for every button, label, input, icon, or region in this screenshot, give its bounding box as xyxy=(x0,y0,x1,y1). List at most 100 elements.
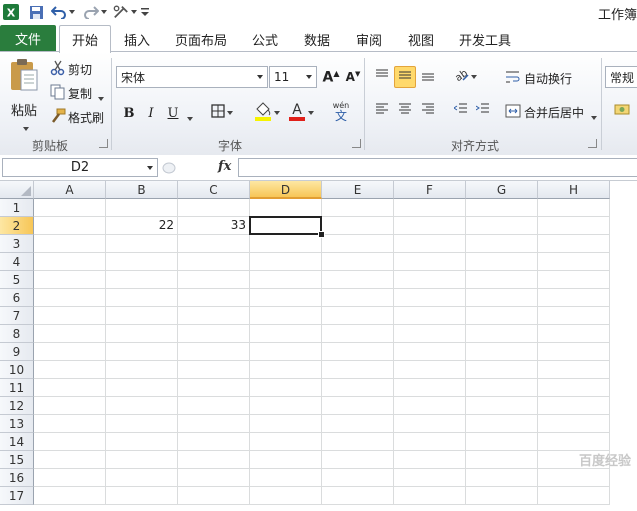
cell-a13[interactable] xyxy=(34,415,106,433)
cell-g14[interactable] xyxy=(466,433,538,451)
cell-b16[interactable] xyxy=(106,469,178,487)
cell-f3[interactable] xyxy=(394,235,466,253)
cell-c7[interactable] xyxy=(178,307,250,325)
cell-b8[interactable] xyxy=(106,325,178,343)
font-size-combo[interactable]: 11 xyxy=(269,66,317,88)
cell-f10[interactable] xyxy=(394,361,466,379)
row-header-3[interactable]: 3 xyxy=(0,235,34,253)
cell-h12[interactable] xyxy=(538,397,610,415)
cell-d15[interactable] xyxy=(250,451,322,469)
row-header-9[interactable]: 9 xyxy=(0,343,34,361)
cell-h17[interactable] xyxy=(538,487,610,505)
cell-d17[interactable] xyxy=(250,487,322,505)
row-header-12[interactable]: 12 xyxy=(0,397,34,415)
row-header-7[interactable]: 7 xyxy=(0,307,34,325)
cell-b7[interactable] xyxy=(106,307,178,325)
row-header-11[interactable]: 11 xyxy=(0,379,34,397)
cell-a8[interactable] xyxy=(34,325,106,343)
tab-insert[interactable]: 插入 xyxy=(116,26,158,52)
wrap-text-button[interactable]: 自动换行 xyxy=(503,66,598,88)
cell-d12[interactable] xyxy=(250,397,322,415)
top-align-button[interactable] xyxy=(371,66,393,88)
row-header-5[interactable]: 5 xyxy=(0,271,34,289)
number-format-combo[interactable]: 常规 xyxy=(605,66,637,88)
cell-a14[interactable] xyxy=(34,433,106,451)
tab-formulas[interactable]: 公式 xyxy=(244,26,286,52)
cell-b11[interactable] xyxy=(106,379,178,397)
cell-g8[interactable] xyxy=(466,325,538,343)
cell-f6[interactable] xyxy=(394,289,466,307)
cell-h2[interactable] xyxy=(538,217,610,235)
bold-button[interactable]: B xyxy=(118,102,140,124)
cell-d16[interactable] xyxy=(250,469,322,487)
cell-b3[interactable] xyxy=(106,235,178,253)
font-launcher-icon[interactable] xyxy=(352,139,361,148)
cell-g16[interactable] xyxy=(466,469,538,487)
cell-c15[interactable] xyxy=(178,451,250,469)
customize-toolbar-icon[interactable] xyxy=(139,3,151,21)
cell-h11[interactable] xyxy=(538,379,610,397)
cell-a3[interactable] xyxy=(34,235,106,253)
cell-h13[interactable] xyxy=(538,415,610,433)
cell-g11[interactable] xyxy=(466,379,538,397)
cell-b5[interactable] xyxy=(106,271,178,289)
cell-h5[interactable] xyxy=(538,271,610,289)
cell-f9[interactable] xyxy=(394,343,466,361)
formula-input[interactable] xyxy=(238,158,637,177)
cell-a5[interactable] xyxy=(34,271,106,289)
cell-e2[interactable] xyxy=(322,217,394,235)
tab-developer[interactable]: 开发工具 xyxy=(452,26,518,52)
cell-d5[interactable] xyxy=(250,271,322,289)
cell-a4[interactable] xyxy=(34,253,106,271)
cell-c12[interactable] xyxy=(178,397,250,415)
row-header-1[interactable]: 1 xyxy=(0,199,34,217)
grow-font-button[interactable]: A▲ xyxy=(320,66,342,88)
cell-a15[interactable] xyxy=(34,451,106,469)
cell-f13[interactable] xyxy=(394,415,466,433)
align-right-button[interactable] xyxy=(417,100,439,122)
row-header-10[interactable]: 10 xyxy=(0,361,34,379)
merge-center-button[interactable]: 合并后居中 xyxy=(503,100,603,122)
cell-a2[interactable] xyxy=(34,217,106,235)
cell-e7[interactable] xyxy=(322,307,394,325)
cell-g6[interactable] xyxy=(466,289,538,307)
cell-h4[interactable] xyxy=(538,253,610,271)
font-color-button[interactable]: A xyxy=(285,100,317,126)
cell-d14[interactable] xyxy=(250,433,322,451)
paste-button[interactable]: 粘贴 xyxy=(6,58,42,134)
cell-g12[interactable] xyxy=(466,397,538,415)
italic-button[interactable]: I xyxy=(140,102,162,124)
bottom-align-button[interactable] xyxy=(417,66,439,88)
insert-function-button[interactable]: fx xyxy=(218,159,231,174)
row-header-16[interactable]: 16 xyxy=(0,469,34,487)
column-header-g[interactable]: G xyxy=(466,181,538,199)
cell-e3[interactable] xyxy=(322,235,394,253)
row-header-2[interactable]: 2 xyxy=(0,217,34,235)
column-header-a[interactable]: A xyxy=(34,181,106,199)
clipboard-launcher-icon[interactable] xyxy=(99,139,108,148)
cell-c17[interactable] xyxy=(178,487,250,505)
cell-a11[interactable] xyxy=(34,379,106,397)
cell-e14[interactable] xyxy=(322,433,394,451)
tab-review[interactable]: 审阅 xyxy=(348,26,390,52)
cell-b13[interactable] xyxy=(106,415,178,433)
cell-f14[interactable] xyxy=(394,433,466,451)
cell-h7[interactable] xyxy=(538,307,610,325)
cell-g9[interactable] xyxy=(466,343,538,361)
cell-e8[interactable] xyxy=(322,325,394,343)
align-center-button[interactable] xyxy=(394,100,416,122)
column-header-h[interactable]: H xyxy=(538,181,610,199)
row-header-4[interactable]: 4 xyxy=(0,253,34,271)
cell-h10[interactable] xyxy=(538,361,610,379)
underline-dropdown-icon[interactable] xyxy=(185,110,193,124)
column-header-e[interactable]: E xyxy=(322,181,394,199)
tab-page-layout[interactable]: 页面布局 xyxy=(170,26,232,52)
cell-a9[interactable] xyxy=(34,343,106,361)
cell-h8[interactable] xyxy=(538,325,610,343)
cell-d9[interactable] xyxy=(250,343,322,361)
cell-e1[interactable] xyxy=(322,199,394,217)
cell-g3[interactable] xyxy=(466,235,538,253)
row-header-13[interactable]: 13 xyxy=(0,415,34,433)
fill-color-button[interactable] xyxy=(251,100,283,126)
cell-c11[interactable] xyxy=(178,379,250,397)
